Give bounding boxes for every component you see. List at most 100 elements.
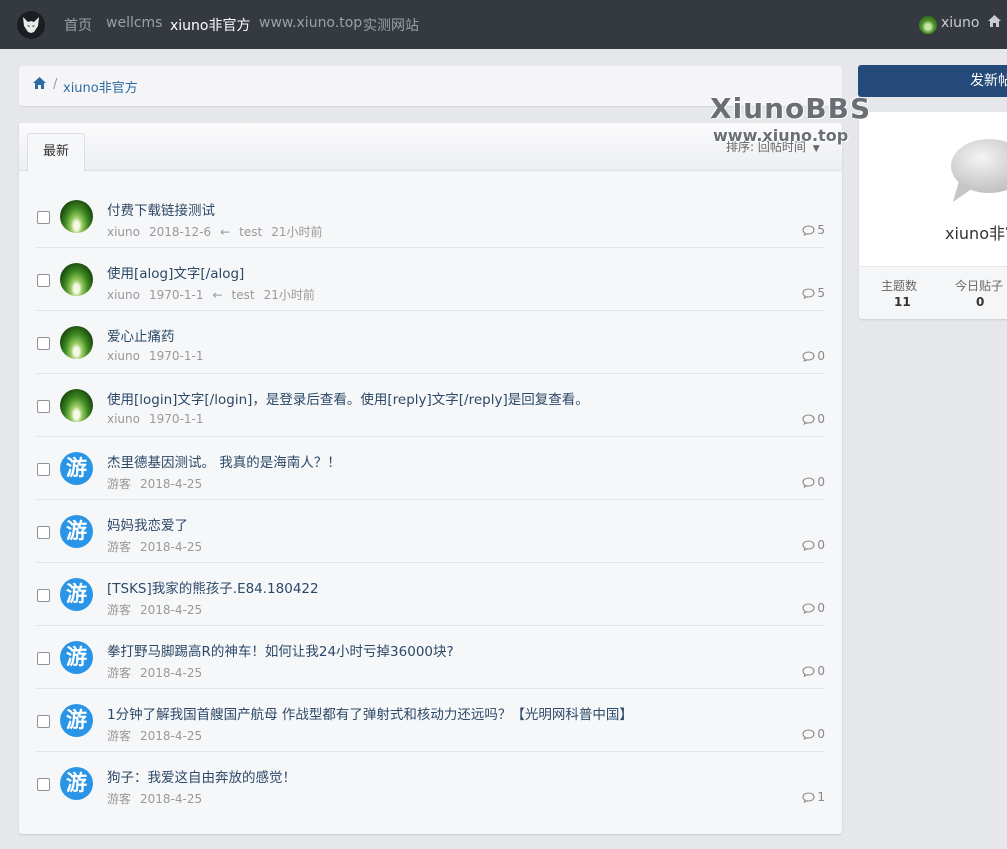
thread-title[interactable]: 1分钟了解我国首艘国产航母 作战型都有了弹射式和核动力还远吗？【光明网科普中国】 [107, 703, 633, 723]
thread-last-time: 21小时前 [271, 225, 323, 239]
guest-avatar[interactable]: 游 [60, 641, 93, 674]
thread-row[interactable]: 爱心止痛药 xiuno 1970-1-1 0 [36, 311, 825, 374]
thread-date: 1970-1-1 [149, 288, 204, 302]
thread-title[interactable]: 付费下载链接测试 [107, 199, 215, 219]
thread-checkbox[interactable] [37, 652, 50, 665]
thread-list-card: 最新 排序: 回帖时间 ▼ 付费下载链接测试 xiuno 2018-12-6 ← tes… [19, 123, 842, 834]
thread-title[interactable]: 使用[login]文字[/login]，是登录后查看。使用[reply]文字[/… [107, 388, 589, 408]
watermark-title: XiunoBBS [710, 92, 872, 125]
thread-row[interactable]: 游狗子：我爱这自由奔放的感觉！ 游客 2018-4-25 1 [36, 752, 825, 814]
thread-row[interactable]: 游杰里德基因测试。 我真的是海南人？！ 游客 2018-4-25 0 [36, 437, 825, 500]
thread-checkbox[interactable] [37, 778, 50, 791]
user-avatar[interactable] [60, 326, 93, 359]
thread-author[interactable]: xiuno [107, 412, 140, 426]
home-icon[interactable] [33, 77, 46, 93]
thread-checkbox[interactable] [37, 211, 50, 224]
thread-title[interactable]: [TSKS]我家的熊孩子.E84.180422 [107, 577, 319, 597]
thread-row[interactable]: 使用[login]文字[/login]，是登录后查看。使用[reply]文字[/… [36, 374, 825, 437]
thread-author[interactable]: 游客 [107, 666, 131, 680]
guest-avatar[interactable]: 游 [60, 452, 93, 485]
forum-stats: 主题数 11 今日贴子 0 [859, 266, 1007, 319]
speech-bubble-icon [949, 136, 1007, 210]
user-avatar[interactable] [919, 16, 937, 34]
thread-checkbox[interactable] [37, 526, 50, 539]
thread-title[interactable]: 拳打野马脚踢高R的神车！如何让我24小时亏掉36000块? [107, 640, 454, 660]
thread-title[interactable]: 爱心止痛药 [107, 325, 175, 345]
reply-count: 5 [802, 286, 825, 300]
stat-value-today-posts: 0 [976, 295, 985, 309]
thread-meta: 游客 2018-4-25 [107, 664, 211, 681]
thread-checkbox[interactable] [37, 589, 50, 602]
thread-meta: xiuno 2018-12-6 ← test 21小时前 [107, 223, 332, 240]
thread-author[interactable]: xiuno [107, 349, 140, 363]
new-post-button[interactable]: 发新帖 [858, 65, 1007, 97]
reply-count: 0 [802, 475, 825, 489]
guest-avatar[interactable]: 游 [60, 704, 93, 737]
thread-meta: xiuno 1970-1-1 [107, 349, 212, 363]
comment-icon [802, 727, 817, 741]
thread-row[interactable]: 使用[alog]文字[/alog] xiuno 1970-1-1 ← test 21小时前… [36, 248, 825, 311]
nav-link-wellcms[interactable]: wellcms [106, 15, 162, 31]
user-avatar[interactable] [60, 200, 93, 233]
comment-icon [802, 601, 817, 615]
thread-row[interactable]: 付费下载链接测试 xiuno 2018-12-6 ← test 21小时前 5 [36, 185, 825, 248]
thread-meta: 游客 2018-4-25 [107, 727, 211, 744]
guest-avatar[interactable]: 游 [60, 767, 93, 800]
comment-icon [802, 664, 817, 678]
user-avatar[interactable] [60, 263, 93, 296]
thread-checkbox[interactable] [37, 463, 50, 476]
tab-latest[interactable]: 最新 [27, 133, 85, 171]
thread-title[interactable]: 妈妈我恋爱了 [107, 514, 188, 534]
thread-author[interactable]: 游客 [107, 603, 131, 617]
thread-date: 2018-4-25 [140, 792, 203, 806]
reply-count: 5 [802, 223, 825, 237]
thread-checkbox[interactable] [37, 337, 50, 350]
reply-count-value: 0 [817, 727, 825, 741]
reply-count-value: 0 [817, 601, 825, 615]
thread-title[interactable]: 狗子：我爱这自由奔放的感觉！ [107, 766, 296, 786]
stat-label-threads: 主题数 [881, 279, 918, 293]
thread-row[interactable]: 游 [TSKS]我家的熊孩子.E84.180422 游客 2018-4-25 0 [36, 563, 825, 626]
reply-count-value: 1 [817, 790, 825, 804]
breadcrumb-separator: / [53, 77, 58, 92]
breadcrumb-current[interactable]: xiuno非官方 [63, 77, 138, 96]
reply-count-value: 5 [817, 286, 825, 300]
thread-author[interactable]: 游客 [107, 540, 131, 554]
thread-author[interactable]: 游客 [107, 792, 131, 806]
nav-link-home[interactable]: 首页 [64, 15, 92, 35]
reply-count: 0 [802, 349, 825, 363]
thread-author[interactable]: 游客 [107, 477, 131, 491]
reply-count: 0 [802, 727, 825, 741]
thread-title[interactable]: 杰里德基因测试。 我真的是海南人？！ [107, 451, 341, 471]
thread-row[interactable]: 游 1分钟了解我国首艘国产航母 作战型都有了弹射式和核动力还远吗？【光明网科普中国… [36, 689, 825, 752]
thread-author[interactable]: xiuno [107, 225, 140, 239]
thread-last-user[interactable]: test [239, 225, 262, 239]
thread-checkbox[interactable] [37, 274, 50, 287]
comment-icon [802, 412, 817, 426]
wolf-logo-icon[interactable] [17, 11, 45, 39]
reply-count: 0 [802, 412, 825, 426]
reply-count-value: 0 [817, 349, 825, 363]
thread-date: 1970-1-1 [149, 349, 204, 363]
thread-meta: 游客 2018-4-25 [107, 790, 211, 807]
thread-last-user[interactable]: test [232, 288, 255, 302]
home-icon[interactable] [988, 15, 1001, 31]
thread-checkbox[interactable] [37, 400, 50, 413]
user-avatar[interactable] [60, 389, 93, 422]
user-name[interactable]: xiuno [941, 15, 980, 31]
nav-link-xiuno-unofficial[interactable]: xiuno非官方 [170, 15, 251, 35]
thread-title[interactable]: 使用[alog]文字[/alog] [107, 262, 244, 282]
nav-link-test-site[interactable]: 实测网站 [363, 15, 419, 35]
reply-count: 1 [802, 790, 825, 804]
thread-meta: 游客 2018-4-25 [107, 475, 211, 492]
thread-checkbox[interactable] [37, 715, 50, 728]
nav-link-xiuno-top[interactable]: www.xiuno.top [259, 15, 362, 31]
guest-avatar[interactable]: 游 [60, 515, 93, 548]
thread-row[interactable]: 游妈妈我恋爱了 游客 2018-4-25 0 [36, 500, 825, 563]
thread-author[interactable]: 游客 [107, 729, 131, 743]
comment-icon [802, 538, 817, 552]
thread-row[interactable]: 游拳打野马脚踢高R的神车！如何让我24小时亏掉36000块? 游客 2018-4-2… [36, 626, 825, 689]
thread-author[interactable]: xiuno [107, 288, 140, 302]
guest-avatar[interactable]: 游 [60, 578, 93, 611]
reply-count-value: 0 [817, 538, 825, 552]
